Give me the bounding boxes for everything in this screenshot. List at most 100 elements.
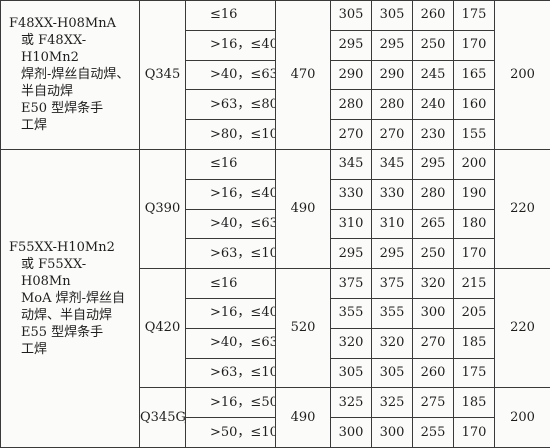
strength-value-cell: 290 [330, 59, 372, 91]
strength-value-cell: 345 [330, 148, 372, 180]
welding-material-cell: F48XX-H08MnA 或 F48XX-H10Mn2 焊剂-焊丝自动焊、 半自动焊 E… [0, 0, 140, 150]
strength-value-cell: 205 [453, 297, 495, 329]
strength-value-cell: 270 [371, 119, 413, 150]
strength-value-cell: 250 [412, 238, 454, 270]
strength-value-cell: 290 [371, 59, 413, 91]
welding-material-line: F55XX-H10Mn2 [9, 239, 115, 255]
strength-value-cell: 155 [453, 119, 495, 150]
strength-value-cell: 260 [412, 0, 454, 31]
strength-value-cell: 295 [371, 238, 413, 270]
table-row: F55XX-H10Mn2 或 F55XX-H08Mn MoA 焊剂-焊丝自 动焊、半自… [0, 148, 550, 448]
thickness-cell: >63，≤100 [185, 357, 276, 389]
strength-value-cell: 310 [371, 208, 413, 240]
document-page: F48XX-H08MnA 或 F48XX-H10Mn2 焊剂-焊丝自动焊、 半自动焊 E… [0, 0, 550, 448]
strength-value-cell: 175 [453, 0, 495, 31]
strength-value-cell: 345 [371, 148, 413, 180]
strength-value-cell: 170 [453, 417, 495, 448]
last-value-cell: 200 [494, 0, 550, 150]
strength-value-cell: 300 [371, 417, 413, 448]
welding-material-line: E55 型焊条手 [21, 324, 104, 340]
thickness-cell: >40，≤63 [185, 208, 276, 240]
thickness-cell: >40，≤63 [185, 59, 276, 91]
strength-value-cell: 245 [412, 59, 454, 91]
thickness-cell: >16，≤40 [185, 297, 276, 329]
thickness-cell: >63，≤100 [185, 238, 276, 270]
thickness-cell: >80，≤100 [185, 119, 276, 150]
tensile-strength-cell: 490 [275, 148, 331, 270]
strength-value-cell: 320 [330, 327, 372, 359]
strength-value-cell: 270 [330, 119, 372, 150]
strength-value-cell: 330 [371, 178, 413, 210]
strength-value-cell: 280 [371, 89, 413, 121]
strength-value-cell: 325 [330, 387, 372, 419]
strength-value-cell: 295 [330, 238, 372, 270]
table-row: F48XX-H08MnA 或 F48XX-H10Mn2 焊剂-焊丝自动焊、 半自动焊 E… [0, 0, 550, 150]
welding-material-line: 动焊、半自动焊 [21, 307, 113, 323]
strength-value-cell: 165 [453, 59, 495, 91]
strength-value-cell: 300 [412, 297, 454, 329]
strength-value-cell: 305 [330, 0, 372, 31]
strength-value-cell: 295 [412, 148, 454, 180]
strength-value-cell: 305 [371, 0, 413, 31]
strength-value-cell: 320 [412, 268, 454, 299]
thickness-cell: >50，≤100 [185, 417, 276, 448]
weld-strength-table: F48XX-H08MnA 或 F48XX-H10Mn2 焊剂-焊丝自动焊、 半自动焊 E… [0, 0, 550, 448]
strength-value-cell: 270 [412, 327, 454, 359]
strength-value-cell: 355 [371, 297, 413, 329]
welding-material-line: 工焊 [21, 118, 48, 134]
thickness-cell: ≤16 [185, 0, 276, 31]
welding-material-line: 或 F55XX-H08Mn [21, 256, 87, 289]
strength-value-cell: 230 [412, 119, 454, 150]
welding-material-line: E50 型焊条手 [21, 101, 104, 117]
welding-material-line: 或 F48XX-H10Mn2 [21, 33, 87, 66]
table-body: F48XX-H08MnA 或 F48XX-H10Mn2 焊剂-焊丝自动焊、 半自动焊 E… [0, 0, 550, 448]
welding-material-line: F48XX-H08MnA [9, 16, 116, 32]
steel-grade-cell: Q390 [139, 148, 186, 270]
strength-value-cell: 250 [412, 29, 454, 61]
strength-value-cell: 215 [453, 268, 495, 299]
strength-value-cell: 355 [330, 297, 372, 329]
strength-value-cell: 180 [453, 208, 495, 240]
strength-value-cell: 200 [453, 148, 495, 180]
thickness-cell: ≤16 [185, 268, 276, 299]
last-value-cell: 220 [494, 148, 550, 270]
strength-value-cell: 275 [412, 387, 454, 419]
strength-value-cell: 295 [371, 29, 413, 61]
strength-value-cell: 375 [330, 268, 372, 299]
tensile-strength-cell: 470 [275, 0, 331, 150]
thickness-cell: >16，≤40 [185, 29, 276, 61]
strength-value-cell: 300 [330, 417, 372, 448]
strength-value-cell: 240 [412, 89, 454, 121]
strength-value-cell: 260 [412, 357, 454, 389]
strength-value-cell: 185 [453, 327, 495, 359]
thickness-cell: >63，≤80 [185, 89, 276, 121]
strength-value-cell: 280 [330, 89, 372, 121]
strength-value-cell: 375 [371, 268, 413, 299]
welding-material-line: MoA 焊剂-焊丝自 [21, 290, 126, 306]
strength-value-cell: 190 [453, 178, 495, 210]
strength-value-cell: 265 [412, 208, 454, 240]
steel-grade-cell: Q345 [139, 0, 186, 150]
welding-material-line: 焊剂-焊丝自动焊、 [21, 67, 130, 83]
strength-value-cell: 170 [453, 238, 495, 270]
thickness-cell: >16，≤40 [185, 178, 276, 210]
welding-material-line: 半自动焊 [21, 84, 74, 100]
tensile-strength-cell: 520 [275, 268, 331, 389]
strength-value-cell: 330 [330, 178, 372, 210]
strength-value-cell: 160 [453, 89, 495, 121]
steel-grade-cell: Q420 [139, 268, 186, 389]
thickness-cell: >40，≤63 [185, 327, 276, 359]
last-value-cell: 200 [494, 387, 550, 448]
last-value-cell: 220 [494, 268, 550, 389]
welding-material-line: 工焊 [21, 341, 48, 357]
strength-value-cell: 185 [453, 387, 495, 419]
thickness-cell: ≤16 [185, 148, 276, 180]
thickness-cell: >16，≤50 [185, 387, 276, 419]
tensile-strength-cell: 490 [275, 387, 331, 448]
strength-value-cell: 295 [330, 29, 372, 61]
steel-grade-cell: Q345GJ [139, 387, 186, 448]
strength-value-cell: 325 [371, 387, 413, 419]
strength-value-cell: 320 [371, 327, 413, 359]
strength-value-cell: 170 [453, 29, 495, 61]
strength-value-cell: 255 [412, 417, 454, 448]
